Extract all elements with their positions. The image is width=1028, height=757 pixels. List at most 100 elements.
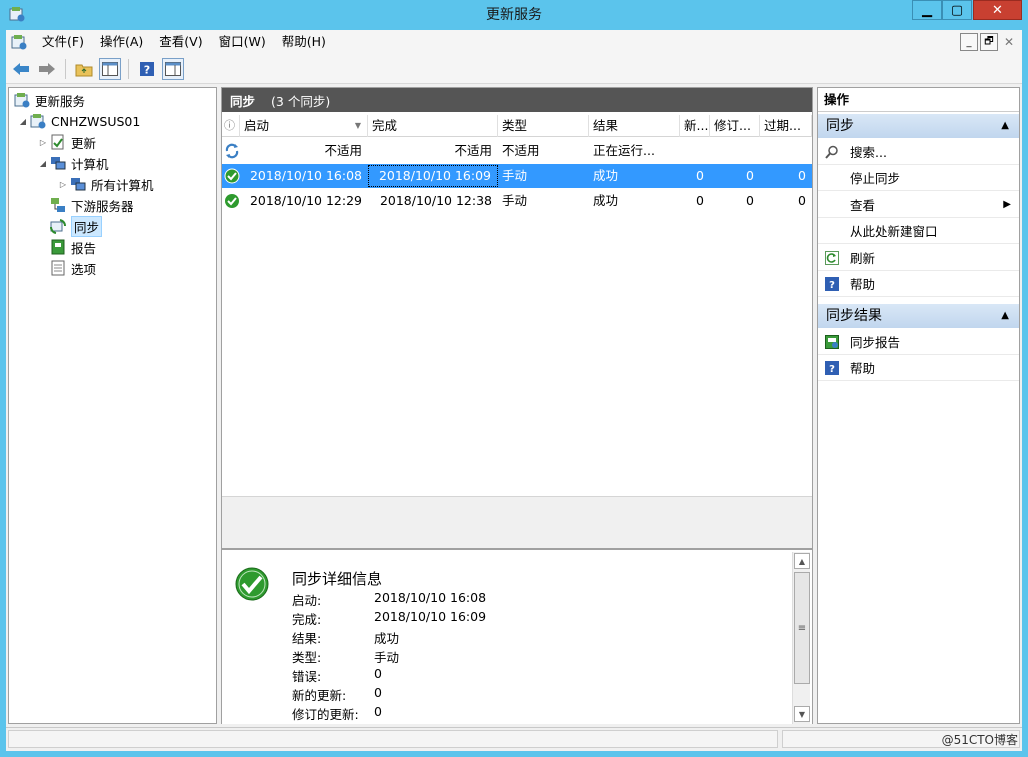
toolbar: ?	[6, 54, 1022, 84]
column-start[interactable]: 启动 ▼	[240, 115, 368, 137]
toolbar-separator	[65, 58, 66, 79]
column-info[interactable]: ⓘ	[222, 115, 240, 137]
actions-section-sync-results[interactable]: 同步结果 ▲	[818, 304, 1019, 328]
table-row[interactable]: 2018/10/10 12:29 2018/10/10 12:38 手动 成功 …	[222, 189, 812, 213]
client-area: 文件(F) 操作(A) 查看(V) 窗口(W) 帮助(H) _ 🗗 ✕ ? 更新…	[6, 30, 1022, 751]
tree-item-updates[interactable]: ▷ 更新	[37, 132, 96, 152]
cell-new	[680, 139, 710, 163]
column-revised[interactable]: 修订...	[710, 115, 760, 137]
collapse-icon[interactable]: ◢	[37, 159, 49, 168]
tree-label: 报告	[71, 240, 97, 256]
mdi-restore-button[interactable]: 🗗	[980, 33, 998, 51]
detail-label: 新的更新:	[292, 688, 347, 703]
close-button[interactable]: ✕	[973, 0, 1022, 20]
action-new-window[interactable]: 从此处新建窗口	[818, 218, 1019, 244]
menu-file[interactable]: 文件(F)	[34, 31, 92, 53]
action-label: 停止同步	[850, 171, 901, 186]
show-hide-action-pane-button[interactable]	[162, 57, 184, 80]
help-icon: ?	[824, 360, 840, 376]
scroll-thumb[interactable]: ≡	[794, 572, 810, 684]
column-finish[interactable]: 完成	[368, 115, 498, 137]
blank-icon	[824, 197, 840, 213]
action-help-results[interactable]: ? 帮助	[818, 355, 1019, 381]
cell-revised: 0	[746, 193, 754, 208]
detail-value: 0	[374, 666, 382, 681]
column-result[interactable]: 结果	[589, 115, 680, 137]
action-view[interactable]: 查看 ▶	[818, 192, 1019, 218]
scroll-up-icon[interactable]: ▲	[794, 553, 810, 569]
menu-view[interactable]: 查看(V)	[151, 31, 210, 53]
menu-window[interactable]: 窗口(W)	[211, 31, 274, 53]
tree-item-server[interactable]: ◢ CNHZWSUS01	[17, 111, 140, 131]
tree-item-options[interactable]: 选项	[49, 258, 96, 278]
mdi-minimize-button[interactable]: _	[960, 33, 978, 51]
back-button[interactable]	[10, 58, 32, 80]
details-scrollbar[interactable]: ▲ ≡ ▼	[792, 552, 810, 724]
menu-action[interactable]: 操作(A)	[92, 31, 151, 53]
status-bar: @51CTO博客	[6, 727, 1022, 749]
scroll-down-icon[interactable]: ▼	[794, 706, 810, 722]
up-folder-button[interactable]	[73, 58, 95, 80]
actions-section-sync[interactable]: 同步 ▲	[818, 114, 1019, 138]
success-check-icon	[225, 194, 239, 208]
cell-expired: 0	[798, 193, 806, 208]
collapse-icon[interactable]: ◢	[17, 117, 29, 126]
column-type[interactable]: 类型	[498, 115, 589, 137]
blank-icon	[824, 170, 840, 186]
tree-label: CNHZWSUS01	[51, 113, 141, 129]
tree-item-computers[interactable]: ◢ 计算机	[37, 153, 109, 173]
column-label: 修订...	[714, 118, 751, 133]
console-icon[interactable]	[10, 33, 28, 51]
svg-text:?: ?	[829, 364, 835, 375]
action-label: 查看	[850, 198, 876, 213]
tree-label: 同步	[71, 215, 103, 237]
maximize-button[interactable]: ▢	[942, 0, 972, 20]
cell-expired: 0	[798, 168, 806, 183]
sync-running-icon	[225, 143, 239, 159]
close-icon: ✕	[992, 2, 1003, 18]
help-button[interactable]: ?	[136, 58, 158, 80]
menu-help[interactable]: 帮助(H)	[274, 31, 334, 53]
info-icon: ⓘ	[224, 119, 235, 132]
action-stop-sync[interactable]: 停止同步	[818, 165, 1019, 191]
results-header: 同步 (3 个同步)	[222, 88, 812, 112]
table-row[interactable]: 不适用 不适用 不适用 正在运行...	[222, 139, 812, 163]
sort-descending-icon: ▼	[354, 121, 361, 130]
expand-icon[interactable]: ▷	[57, 180, 69, 189]
show-hide-tree-button[interactable]	[99, 57, 121, 80]
action-help[interactable]: ? 帮助	[818, 271, 1019, 297]
action-label: 帮助	[850, 277, 876, 292]
detail-label: 启动:	[292, 593, 322, 608]
tree-label: 更新服务	[35, 93, 86, 109]
tree-item-synchronizations[interactable]: 同步	[49, 215, 103, 237]
wsus-icon	[14, 93, 30, 108]
expand-icon[interactable]: ▷	[37, 138, 49, 147]
action-sync-report[interactable]: 同步报告	[818, 329, 1019, 355]
action-label: 帮助	[850, 361, 876, 376]
window-title: 更新服务	[486, 7, 542, 23]
forward-arrow-icon	[39, 62, 55, 75]
action-search[interactable]: 搜索...	[818, 139, 1019, 165]
grid-empty-area	[222, 496, 812, 548]
detail-label: 修订的更新:	[292, 707, 359, 722]
column-label: 过期...	[764, 118, 801, 133]
tree-item-reports[interactable]: 报告	[49, 237, 96, 257]
title-bar[interactable]: 更新服务 ▁ ▢ ✕	[0, 0, 1028, 28]
cell-new: 0	[696, 193, 704, 208]
tree-item-all-computers[interactable]: ▷ 所有计算机	[57, 174, 154, 194]
console-tree-icon	[102, 61, 118, 76]
tree-item-root[interactable]: 更新服务	[13, 90, 85, 110]
cell-type: 不适用	[502, 143, 540, 158]
column-new[interactable]: 新...	[680, 115, 710, 137]
minimize-button[interactable]: ▁	[912, 0, 942, 20]
toolbar-separator	[128, 58, 129, 79]
action-refresh[interactable]: 刷新	[818, 245, 1019, 271]
detail-value: 手动	[374, 650, 400, 665]
results-title: 同步	[230, 93, 256, 109]
tree-item-downstream-servers[interactable]: 下游服务器	[49, 195, 134, 215]
mdi-close-button[interactable]: ✕	[1000, 33, 1018, 51]
tree-label: 所有计算机	[91, 177, 154, 193]
column-expired[interactable]: 过期...	[760, 115, 812, 137]
table-row-selected[interactable]: 2018/10/10 16:08 2018/10/10 16:09 手动 成功 …	[222, 164, 812, 188]
forward-button[interactable]	[36, 58, 58, 80]
